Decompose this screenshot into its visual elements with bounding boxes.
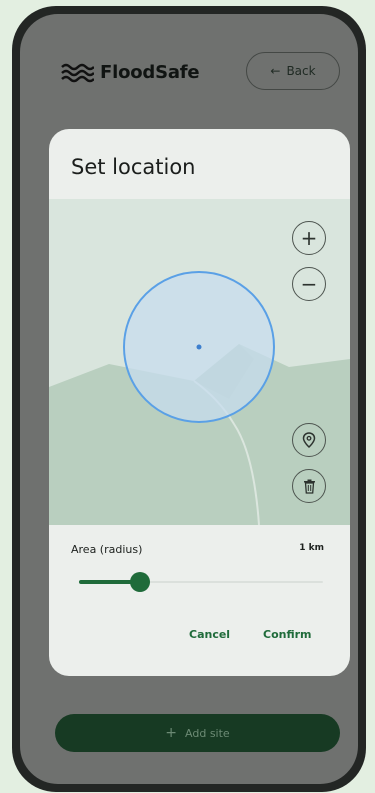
slider-thumb[interactable]	[130, 572, 150, 592]
confirm-button[interactable]: Confirm	[263, 628, 312, 641]
back-button-label: Back	[286, 64, 316, 78]
delete-button[interactable]	[292, 469, 326, 503]
trash-icon	[303, 479, 315, 494]
arrow-left-icon: ←	[270, 64, 281, 78]
minus-icon: −	[300, 272, 318, 296]
location-map[interactable]: + −	[49, 199, 350, 525]
locate-button[interactable]	[292, 423, 326, 457]
app-title: FloodSafe	[100, 62, 200, 83]
radius-label: Area (radius)	[71, 543, 143, 556]
app-header: FloodSafe ← Back	[20, 14, 358, 134]
add-site-label: Add site	[185, 726, 230, 740]
location-pin-icon	[302, 432, 316, 448]
set-location-dialog: Set location + − Area (radius) 1 km Canc…	[49, 129, 350, 676]
plus-icon: +	[300, 226, 318, 250]
add-site-button[interactable]: + Add site	[55, 714, 340, 752]
dialog-title: Set location	[71, 155, 196, 179]
zoom-out-button[interactable]: −	[292, 267, 326, 301]
zoom-in-button[interactable]: +	[292, 221, 326, 255]
radius-slider[interactable]	[79, 572, 323, 592]
radius-value: 1 km	[299, 543, 324, 553]
waves-icon	[61, 63, 94, 83]
phone-frame: FloodSafe ← Back Set location + − Area (…	[12, 6, 366, 792]
plus-icon: +	[165, 725, 178, 741]
app-screen: FloodSafe ← Back Set location + − Area (…	[20, 14, 358, 784]
cancel-button[interactable]: Cancel	[189, 628, 230, 641]
location-dot	[196, 344, 202, 350]
back-button[interactable]: ← Back	[246, 52, 340, 90]
